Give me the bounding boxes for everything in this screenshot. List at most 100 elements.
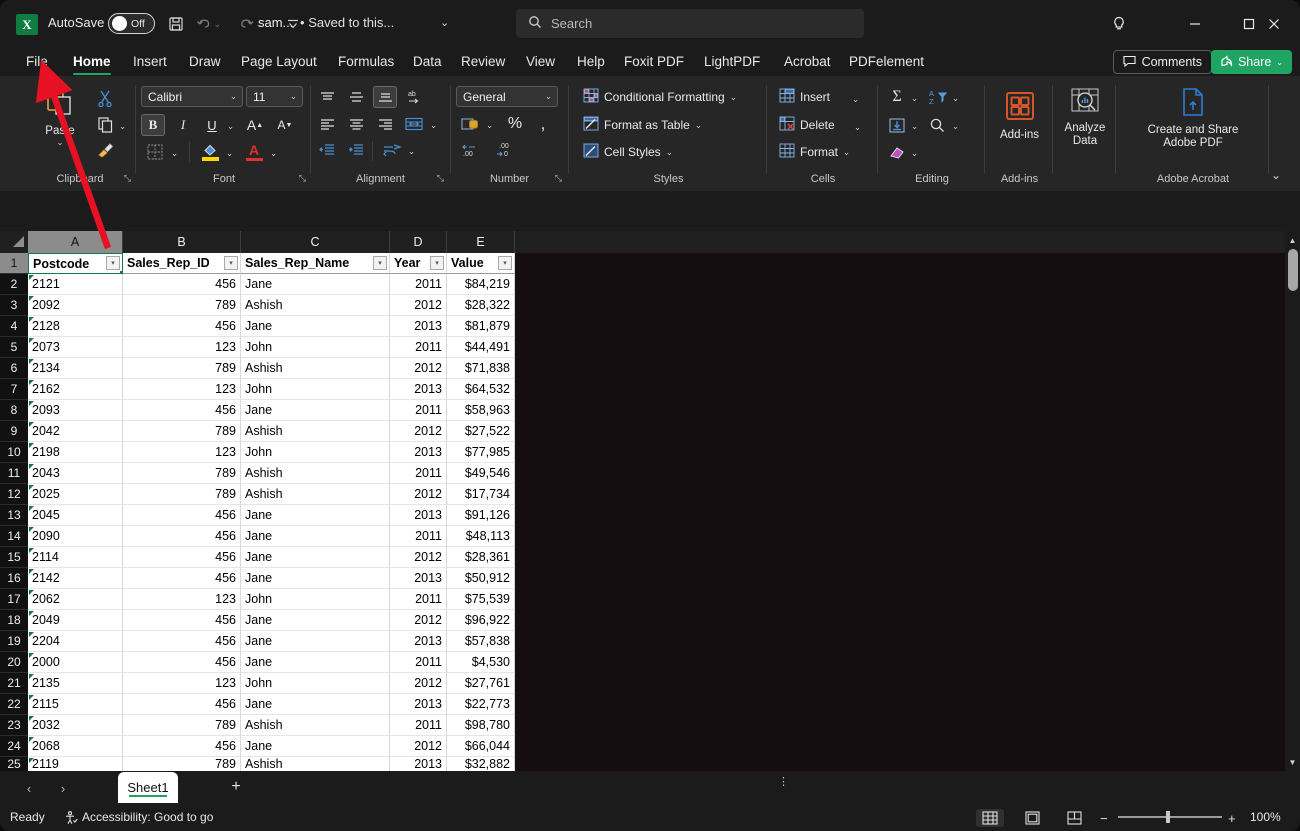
format-as-table-button[interactable]: Format as Table ⌄ — [583, 116, 702, 134]
font-color-dropdown-chevron-down-icon[interactable]: ⌄ — [270, 148, 277, 159]
add-sheet-icon[interactable]: + — [226, 777, 246, 797]
document-save-state[interactable]: • Saved to this... — [300, 15, 394, 30]
table-cell[interactable]: John — [241, 337, 390, 358]
table-cell[interactable]: 2198 — [28, 442, 123, 463]
fill-icon[interactable] — [886, 114, 908, 136]
column-header-e[interactable]: E — [447, 231, 515, 253]
table-cell[interactable]: $58,963 — [447, 400, 515, 421]
table-cell[interactable]: 2042 — [28, 421, 123, 442]
table-cell[interactable]: $32,882 — [447, 757, 515, 772]
tab-insert[interactable]: Insert — [124, 46, 176, 76]
normal-view-icon[interactable] — [976, 809, 1004, 827]
table-cell[interactable]: 2114 — [28, 547, 123, 568]
row-header-16[interactable]: 16 — [0, 568, 28, 589]
row-header-3[interactable]: 3 — [0, 295, 28, 316]
delete-cells-button[interactable]: Delete — [779, 116, 835, 134]
table-cell[interactable]: John — [241, 589, 390, 610]
table-cell[interactable]: 456 — [123, 631, 241, 652]
row-header-10[interactable]: 10 — [0, 442, 28, 463]
close-button[interactable] — [1251, 8, 1296, 39]
table-cell[interactable]: Jane — [241, 610, 390, 631]
table-cell[interactable]: 2092 — [28, 295, 123, 316]
tab-file[interactable]: File — [17, 46, 57, 76]
previous-sheet-icon[interactable]: ‹ — [16, 777, 42, 799]
increase-indent-icon[interactable] — [344, 139, 368, 161]
column-header-b[interactable]: B — [123, 231, 241, 253]
next-sheet-icon[interactable]: › — [50, 777, 76, 799]
table-cell[interactable]: 2134 — [28, 358, 123, 379]
comments-button[interactable]: Comments — [1113, 50, 1212, 74]
table-cell[interactable]: $4,530 — [447, 652, 515, 673]
borders-dropdown-chevron-down-icon[interactable]: ⌄ — [171, 148, 178, 159]
format-painter-button[interactable] — [93, 139, 117, 161]
zoom-slider-knob[interactable] — [1166, 811, 1170, 823]
table-cell[interactable]: $22,773 — [447, 694, 515, 715]
table-cell[interactable]: 789 — [123, 757, 241, 772]
clear-dropdown-chevron-down-icon[interactable]: ⌄ — [911, 148, 918, 159]
table-cell[interactable]: 2011 — [390, 400, 447, 421]
column-header-c[interactable]: C — [241, 231, 390, 253]
format-cells-button[interactable]: Format ⌄ — [779, 143, 850, 161]
table-cell[interactable]: 789 — [123, 715, 241, 736]
table-cell[interactable]: Jane — [241, 652, 390, 673]
table-cell[interactable]: 2135 — [28, 673, 123, 694]
find-dropdown-chevron-down-icon[interactable]: ⌄ — [952, 121, 959, 132]
table-cell[interactable]: 456 — [123, 547, 241, 568]
table-cell[interactable]: 2011 — [390, 337, 447, 358]
sheet-tab-sheet1[interactable]: Sheet1 — [118, 772, 178, 803]
row-header-5[interactable]: 5 — [0, 337, 28, 358]
row-header-4[interactable]: 4 — [0, 316, 28, 337]
merge-and-center-icon[interactable] — [402, 113, 426, 135]
page-layout-view-icon[interactable] — [1018, 809, 1046, 827]
scroll-down-icon[interactable]: ▼ — [1285, 754, 1300, 770]
tab-lightpdf[interactable]: LightPDF — [695, 46, 769, 76]
table-cell[interactable]: 2013 — [390, 316, 447, 337]
table-cell[interactable]: 2011 — [390, 526, 447, 547]
table-cell[interactable]: $77,985 — [447, 442, 515, 463]
table-cell[interactable]: Jane — [241, 736, 390, 757]
clear-icon[interactable] — [886, 141, 908, 163]
wrap-text-icon[interactable] — [379, 139, 405, 161]
filter-dropdown-icon-d[interactable]: ▾ — [430, 256, 444, 270]
number-dialog-launcher-icon[interactable]: ⤡ — [555, 173, 562, 184]
align-right-icon[interactable] — [373, 113, 397, 135]
table-cell[interactable]: 2093 — [28, 400, 123, 421]
table-cell[interactable]: 2011 — [390, 589, 447, 610]
table-cell[interactable]: Jane — [241, 400, 390, 421]
autosave-toggle[interactable]: Off — [108, 13, 155, 34]
table-cell[interactable]: 2000 — [28, 652, 123, 673]
paste-button[interactable]: Paste ⌄ — [33, 87, 87, 148]
table-cell[interactable]: 2013 — [390, 442, 447, 463]
vertical-scrollbar[interactable]: ▲ ▼ — [1285, 231, 1300, 771]
table-cell[interactable]: 456 — [123, 505, 241, 526]
table-cell[interactable]: $64,532 — [447, 379, 515, 400]
save-icon[interactable] — [163, 12, 188, 36]
table-cell[interactable]: $28,361 — [447, 547, 515, 568]
row-header-20[interactable]: 20 — [0, 652, 28, 673]
row-header-9[interactable]: 9 — [0, 421, 28, 442]
table-cell[interactable]: 2011 — [390, 715, 447, 736]
vertical-scrollbar-thumb[interactable] — [1288, 249, 1298, 291]
fill-color-dropdown-chevron-down-icon[interactable]: ⌄ — [226, 148, 233, 159]
underline-dropdown-chevron-down-icon[interactable]: ⌄ — [227, 121, 234, 132]
autosum-dropdown-chevron-down-icon[interactable]: ⌄ — [911, 93, 918, 104]
conditional-formatting-button[interactable]: Conditional Formatting ⌄ — [583, 88, 737, 106]
table-cell[interactable]: 2204 — [28, 631, 123, 652]
fill-dropdown-chevron-down-icon[interactable]: ⌄ — [911, 121, 918, 132]
increase-font-size-button[interactable]: A▲ — [243, 114, 267, 136]
table-cell[interactable]: $27,522 — [447, 421, 515, 442]
table-cell[interactable]: 456 — [123, 568, 241, 589]
sort-dropdown-chevron-down-icon[interactable]: ⌄ — [952, 93, 959, 104]
table-cell[interactable]: 2119 — [28, 757, 123, 772]
create-and-share-adobe-pdf-button[interactable]: Create and Share Adobe PDF — [1134, 87, 1252, 150]
row-header-8[interactable]: 8 — [0, 400, 28, 421]
table-cell[interactable]: 456 — [123, 736, 241, 757]
document-name[interactable]: sam... — [258, 15, 293, 30]
table-cell[interactable]: $48,113 — [447, 526, 515, 547]
tab-draw[interactable]: Draw — [180, 46, 230, 76]
select-all-icon[interactable] — [0, 231, 28, 253]
table-cell[interactable]: 2013 — [390, 757, 447, 772]
tab-data[interactable]: Data — [404, 46, 451, 76]
tab-formulas[interactable]: Formulas — [329, 46, 403, 76]
column-header-a[interactable]: A — [28, 231, 123, 253]
